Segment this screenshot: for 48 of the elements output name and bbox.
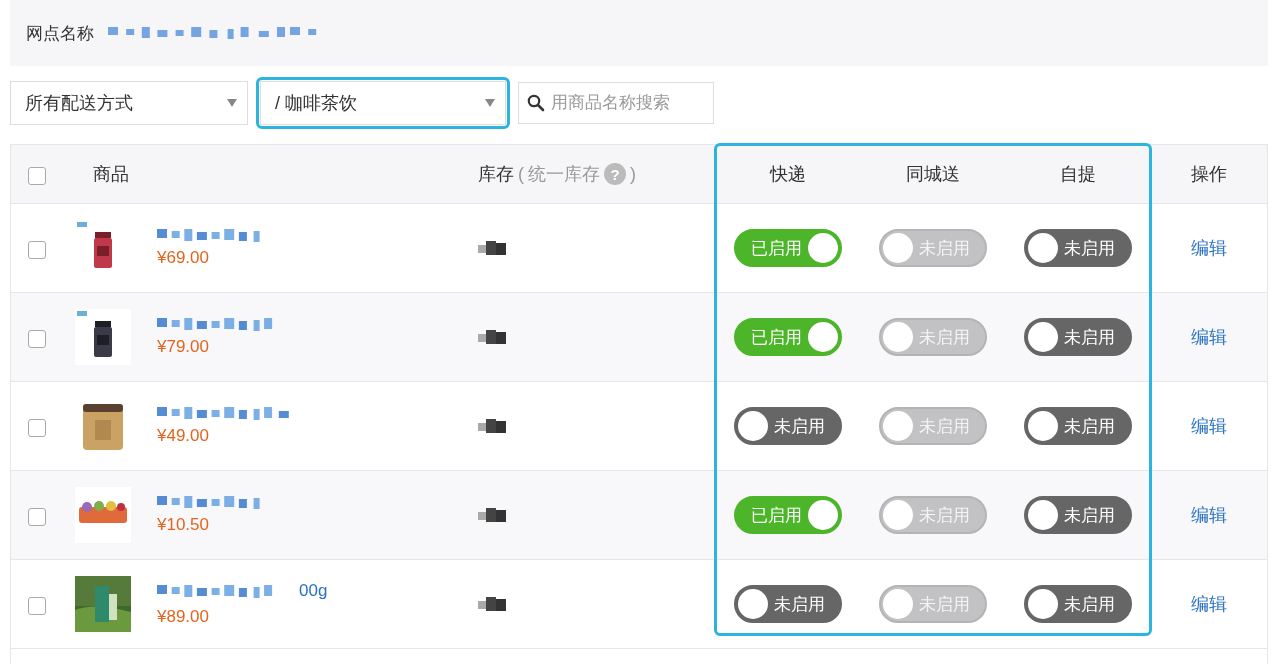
search-field[interactable]: 用商品名称搜索 xyxy=(518,82,714,124)
caret-icon xyxy=(485,99,495,107)
redacted-stock xyxy=(476,239,508,257)
edit-link[interactable]: 编辑 xyxy=(1190,414,1227,438)
delivery-select[interactable]: 所有配送方式 xyxy=(10,81,248,125)
search-icon xyxy=(527,94,545,112)
edit-link[interactable]: 编辑 xyxy=(1190,236,1227,260)
product-name-fragment[interactable]: 00g xyxy=(299,581,328,601)
price: ¥79.00 xyxy=(157,337,210,357)
toggle-switch[interactable]: 未启用 xyxy=(1023,318,1132,356)
toggle-switch[interactable]: 已启用 xyxy=(733,318,842,356)
column-header: 操作 xyxy=(1190,163,1227,186)
row-checkbox[interactable] xyxy=(28,508,46,526)
toggle-switch[interactable]: 未启用 xyxy=(1023,585,1132,623)
column-header: 快递 xyxy=(769,163,806,186)
toggle-switch[interactable]: 已启用 xyxy=(733,229,842,267)
edit-link[interactable]: 编辑 xyxy=(1190,592,1227,616)
toggle-switch[interactable]: 已启用 xyxy=(733,496,842,534)
price: ¥49.00 xyxy=(157,426,210,446)
column-header: 商品 xyxy=(93,163,129,186)
row-checkbox[interactable] xyxy=(28,330,46,348)
row-checkbox[interactable] xyxy=(28,597,46,615)
redacted-stock xyxy=(476,328,508,346)
toggle-switch[interactable]: 未启用 xyxy=(733,585,842,623)
price: ¥89.00 xyxy=(157,607,210,627)
price: ¥10.50 xyxy=(157,515,210,535)
toggle-switch[interactable]: 未启用 xyxy=(1023,229,1132,267)
column-header: 同城送 xyxy=(905,163,960,186)
redacted-stock xyxy=(476,595,508,613)
row-checkbox[interactable] xyxy=(28,419,46,437)
toggle-switch[interactable]: 未启用 xyxy=(733,407,842,445)
stock-note: 统一库存 xyxy=(528,163,600,186)
store-name-label: 网点名称 xyxy=(26,22,94,45)
price: ¥69.00 xyxy=(157,248,210,268)
column-header: 自提 xyxy=(1059,163,1096,186)
redacted-stock xyxy=(476,506,508,524)
toggle-switch[interactable]: 未启用 xyxy=(1023,496,1132,534)
redacted-stock xyxy=(476,417,508,435)
edit-link[interactable]: 编辑 xyxy=(1190,325,1227,349)
paren-text: ( xyxy=(518,163,524,185)
caret-icon xyxy=(227,99,237,107)
column-header: 库存 xyxy=(478,163,514,186)
edit-link[interactable]: 编辑 xyxy=(1190,503,1227,527)
category-select[interactable]: / 咖啡茶饮 xyxy=(260,81,506,125)
paren-text: ) xyxy=(630,163,636,185)
select-all-checkbox[interactable] xyxy=(28,167,46,185)
row-checkbox[interactable] xyxy=(28,241,46,259)
toggle-switch[interactable]: 未启用 xyxy=(1023,407,1132,445)
